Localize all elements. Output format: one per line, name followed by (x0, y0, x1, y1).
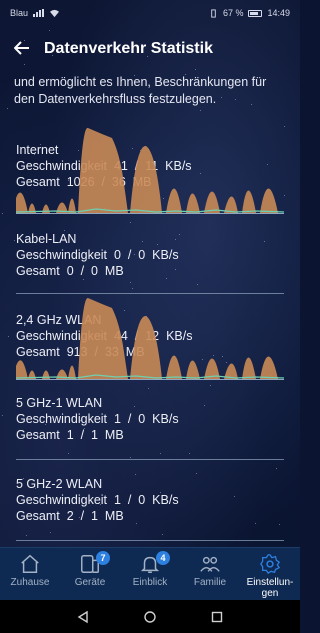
home-circle-icon[interactable] (143, 610, 157, 624)
section-total: Gesamt 0 / 0 MB (16, 264, 124, 278)
status-bar: Blau 67 % 14:49 (0, 0, 300, 26)
bottom-navigation: Zuhause 7 Geräte 4 Einblick Familie Eins… (0, 547, 300, 600)
intro-line: den Datenverkehrsfluss festzulegen. (14, 92, 217, 106)
wifi-icon (50, 9, 60, 17)
section-speed: Geschwindigkeit 0 / 0 KB/s (16, 248, 179, 262)
divider (16, 459, 284, 460)
signal-icon (33, 9, 45, 17)
section-speed: Geschwindigkeit 1 / 0 KB/s (16, 412, 179, 426)
section-total: Gesamt 2 / 1 MB (16, 509, 124, 523)
nav-einblick[interactable]: 4 Einblick (120, 548, 180, 600)
section-speed: Geschwindigkeit 1 / 0 KB/s (16, 493, 179, 507)
system-navigation-bar (0, 600, 300, 633)
clock: 14:49 (267, 8, 290, 18)
intro-text: und ermöglicht es Ihnen, Beschränkungen … (0, 74, 300, 108)
wlan-24ghz-traffic-graph (16, 297, 284, 380)
section-wlan-5ghz-2: 5 GHz-2 WLAN Geschwindigkeit 1 / 0 KB/s … (0, 476, 300, 524)
recents-square-icon[interactable] (210, 610, 224, 624)
statistics-content[interactable]: und ermöglicht es Ihnen, Beschränkungen … (0, 74, 300, 544)
back-triangle-icon[interactable] (76, 610, 90, 624)
nav-label: Einstellun- gen (246, 577, 294, 599)
page-title: Datenverkehr Statistik (44, 40, 213, 57)
nav-zuhause[interactable]: Zuhause (0, 548, 60, 600)
section-total: Gesamt 1 / 1 MB (16, 428, 124, 442)
section-name: 5 GHz-2 WLAN (16, 477, 103, 491)
section-name: 5 GHz-1 WLAN (16, 396, 103, 410)
nav-label: Familie (193, 577, 227, 588)
section-wlan-5ghz-1: 5 GHz-1 WLAN Geschwindigkeit 1 / 0 KB/s … (0, 395, 300, 443)
title-bar: Datenverkehr Statistik (0, 32, 300, 66)
nav-geraete[interactable]: 7 Geräte (60, 548, 120, 600)
section-kabel-lan: Kabel-LAN Geschwindigkeit 0 / 0 KB/s Ges… (0, 231, 300, 279)
nav-label: Geräte (74, 577, 106, 588)
einblick-badge: 4 (156, 551, 170, 565)
settings-icon (260, 554, 281, 575)
devices-badge: 7 (96, 551, 110, 565)
divider (16, 540, 284, 541)
vibrate-icon (211, 8, 216, 18)
divider (16, 293, 284, 294)
battery-icon (248, 9, 263, 17)
nav-einstellungen[interactable]: Einstellun- gen (240, 548, 300, 600)
section-name: Kabel-LAN (16, 232, 77, 246)
nav-familie[interactable]: Familie (180, 548, 240, 600)
intro-line: und ermöglicht es Ihnen, Beschränkungen … (14, 75, 267, 89)
star (195, 69, 196, 70)
back-arrow-icon (13, 40, 29, 55)
nav-label: Einblick (132, 577, 168, 588)
nav-label: Zuhause (10, 577, 50, 588)
star (49, 30, 50, 31)
family-icon (200, 556, 220, 572)
home-icon (21, 554, 39, 573)
internet-traffic-graph (16, 127, 284, 214)
battery-percent: 67 % (222, 8, 244, 18)
back-button[interactable] (0, 38, 44, 61)
carrier-label: Blau (10, 8, 29, 18)
